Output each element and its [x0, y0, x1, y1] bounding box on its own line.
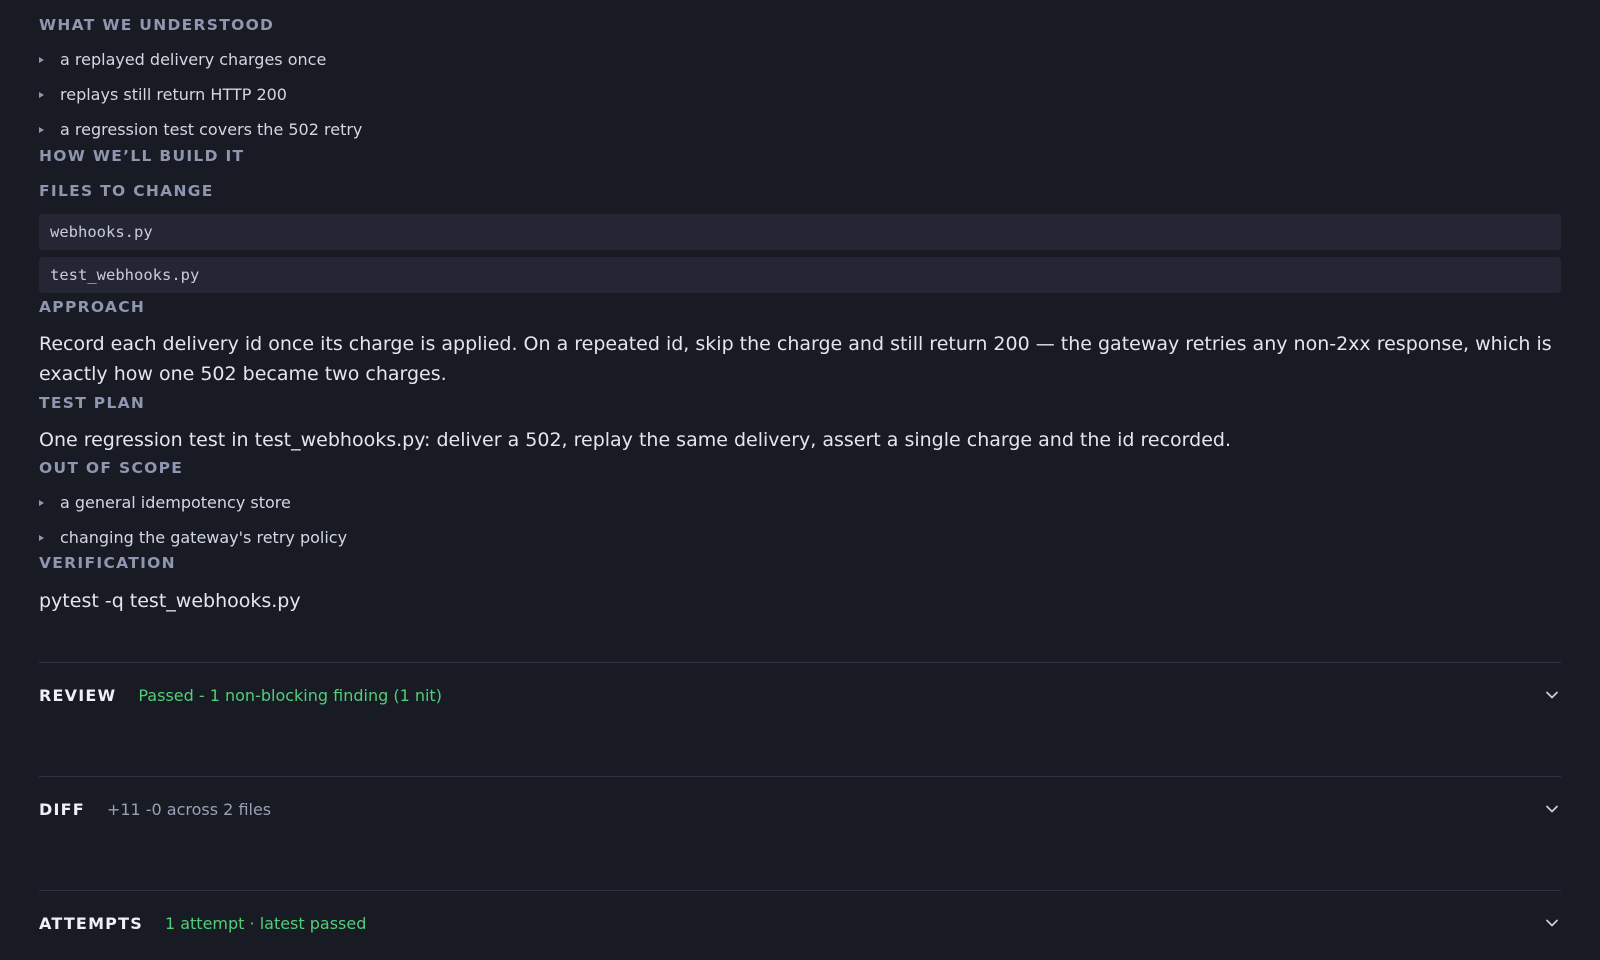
- out-of-scope-item-text: changing the gateway's retry policy: [60, 528, 348, 547]
- diff-title: DIFF: [39, 799, 85, 819]
- review-title: REVIEW: [39, 685, 117, 705]
- understood-item-text: a replayed delivery charges once: [60, 50, 327, 69]
- understood-item-text: a regression test covers the 502 retry: [60, 120, 363, 139]
- diff-summary: +11 -0 across 2 files: [106, 799, 272, 819]
- out-of-scope-item: a general idempotency store: [39, 492, 291, 514]
- verification-command: pytest -q test_webhooks.py: [39, 590, 301, 612]
- approach-heading: APPROACH: [39, 298, 146, 316]
- file-item[interactable]: test_webhooks.py: [39, 257, 1561, 293]
- understood-item: a replayed delivery charges once: [39, 49, 326, 71]
- chevron-down-icon[interactable]: [1545, 916, 1559, 930]
- approach-text: Record each delivery id once its charge …: [39, 333, 1552, 385]
- out-of-scope-item-text: a general idempotency store: [60, 493, 291, 512]
- test-plan-heading: TEST PLAN: [39, 394, 146, 412]
- bullet-triangle-icon: [39, 56, 44, 63]
- understood-item-text: replays still return HTTP 200: [60, 85, 287, 104]
- build-heading: HOW WE’LL BUILD IT: [39, 147, 245, 165]
- chevron-down-icon[interactable]: [1545, 688, 1559, 702]
- attempts-panel-header[interactable]: ATTEMPTS 1 attempt · latest passed: [39, 908, 1561, 938]
- understood-item: a regression test covers the 502 retry: [39, 119, 362, 141]
- verification-heading: VERIFICATION: [39, 554, 176, 572]
- review-panel-header[interactable]: REVIEW Passed - 1 non-blocking finding (…: [39, 680, 1561, 710]
- chevron-down-icon[interactable]: [1545, 802, 1559, 816]
- review-status: Passed - 1 non-blocking finding (1 nit): [138, 685, 442, 705]
- bullet-triangle-icon: [39, 499, 44, 506]
- file-item[interactable]: webhooks.py: [39, 214, 1561, 250]
- understood-heading: WHAT WE UNDERSTOOD: [39, 16, 275, 34]
- out-of-scope-item: changing the gateway's retry policy: [39, 527, 347, 549]
- attempts-title: ATTEMPTS: [39, 913, 143, 933]
- divider: [39, 776, 1561, 777]
- divider: [39, 662, 1561, 663]
- diff-panel-header[interactable]: DIFF +11 -0 across 2 files: [39, 794, 1561, 824]
- attempts-status: 1 attempt · latest passed: [164, 913, 367, 933]
- divider: [39, 890, 1561, 891]
- understood-item: replays still return HTTP 200: [39, 84, 287, 106]
- bullet-triangle-icon: [39, 534, 44, 541]
- out-of-scope-heading: OUT OF SCOPE: [39, 459, 184, 477]
- test-plan-text: One regression test in test_webhooks.py:…: [39, 429, 1232, 451]
- bullet-triangle-icon: [39, 91, 44, 98]
- bullet-triangle-icon: [39, 126, 44, 133]
- files-heading: FILES TO CHANGE: [39, 182, 214, 200]
